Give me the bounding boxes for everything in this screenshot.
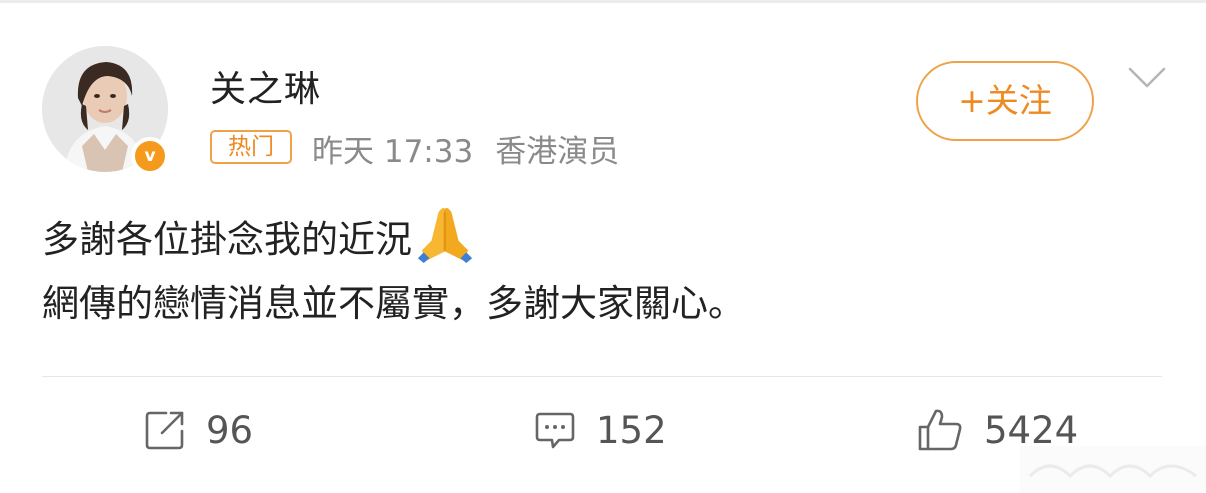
comment-icon — [535, 412, 575, 449]
repost-button[interactable]: 96 — [144, 402, 253, 458]
watermark-logo — [1020, 446, 1206, 493]
v-badge-icon: v — [131, 137, 169, 175]
post-content: 多謝各位掛念我的近況 網傳的戀情消息並不屬實，多謝大家關心。 — [42, 202, 1162, 336]
chevron-down-icon[interactable] — [1128, 66, 1166, 90]
weibo-post-card: v 关之琳 热门 昨天 17:33 香港演员 +关注 多謝各位掛念我的近況 網傳的… — [0, 0, 1206, 493]
content-line-1: 多謝各位掛念我的近況 — [42, 202, 1162, 272]
content-text-1: 多謝各位掛念我的近況 — [42, 218, 412, 261]
comment-count: 152 — [596, 408, 667, 452]
repost-icon — [145, 411, 184, 450]
post-meta: 昨天 17:33 香港演员 — [312, 126, 619, 171]
post-time: 昨天 17:33 — [312, 134, 474, 170]
repost-count: 96 — [206, 408, 254, 452]
folded-hands-icon — [417, 207, 473, 264]
content-line-2: 網傳的戀情消息並不屬實，多謝大家關心。 — [42, 282, 745, 325]
divider — [42, 376, 1162, 377]
username[interactable]: 关之琳 — [210, 60, 321, 112]
post-source: 香港演员 — [495, 134, 620, 170]
hot-tag: 热门 — [210, 130, 292, 164]
thumbs-up-icon — [918, 409, 962, 451]
follow-button[interactable]: +关注 — [916, 61, 1094, 141]
comment-button[interactable]: 152 — [534, 402, 667, 458]
top-border — [0, 0, 1206, 3]
